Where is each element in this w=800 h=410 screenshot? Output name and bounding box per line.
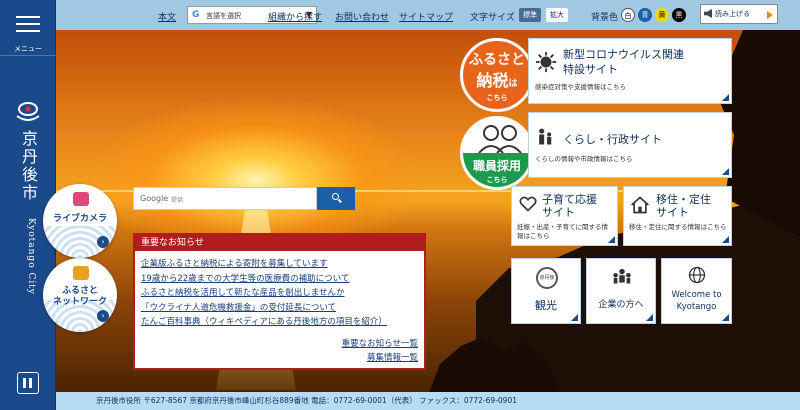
font-standard-button[interactable]: 標準 — [519, 8, 541, 22]
google-icon: G — [192, 10, 200, 20]
hamburger-icon — [16, 16, 40, 37]
corner-arrow-icon — [608, 236, 615, 243]
search-placeholder: 提供 — [171, 197, 184, 204]
furusato-network-label: ふるさと ネットワーク — [52, 286, 107, 307]
corner-arrow-icon — [722, 236, 729, 243]
staff-recruit-badge[interactable]: 職員採用 こちら — [460, 116, 534, 190]
recruit-list-link[interactable]: 募集情報一覧 — [367, 351, 418, 363]
read-aloud-label: 読み上げる — [715, 10, 750, 18]
childcare-title: 子育て応援 サイト — [542, 193, 597, 219]
childcare-sub: 妊娠・出産・子育てに関する情報はこちら — [517, 223, 608, 240]
recruit-label: 職員採用 — [472, 159, 521, 173]
life-title: くらし・行政サイト — [563, 133, 662, 146]
arrow-right-icon: › — [97, 310, 109, 322]
welcome-tile[interactable]: Welcome to Kyotango — [661, 258, 732, 324]
search-input[interactable]: Google 提供 — [133, 187, 317, 210]
bg-color-label: 背景色 — [591, 13, 619, 23]
house-icon — [631, 196, 649, 214]
childcare-tile[interactable]: 子育て応援 サイト 妊娠・出産・子育てに関する情報はこちら — [511, 186, 618, 246]
notice-item[interactable]: 「ウクライナ人道危機救援金」の受付延長について — [141, 301, 418, 316]
menu-label: メニュー — [14, 45, 42, 53]
corner-arrow-icon — [646, 314, 653, 321]
notice-item[interactable]: 企業版ふるさと納税による寄附を募集しています — [141, 257, 418, 272]
migration-tile[interactable]: 移住・定住 サイト 移住・定住に関する情報はこちら — [623, 186, 732, 246]
notice-more-link[interactable]: 重要なお知らせ一覧 — [342, 337, 418, 349]
business-label: 企業の方へ — [598, 300, 644, 310]
virus-icon — [535, 51, 557, 73]
play-icon — [767, 11, 773, 19]
important-notice-panel: 重要なお知らせ 企業版ふるさと納税による寄附を募集しています 19歳から22歳ま… — [133, 233, 426, 370]
top-utility-bar: 本文 G 言語を選択 ▼ 組織から探す お問い合わせ サイトマップ 文字サイズ … — [56, 0, 800, 30]
furusato-tax-line1: ふるさと — [469, 52, 525, 68]
search-button[interactable] — [317, 187, 355, 210]
business-people-icon — [613, 268, 631, 284]
migration-sub: 移住・定住に関する情報はこちら — [629, 223, 727, 231]
tourism-logo-text: 京丹後 — [539, 275, 555, 281]
furusato-tax-ha: は — [508, 79, 518, 89]
footer-address: 京丹後市役所 〒627-8567 京都府京丹後市峰山町杉谷889番地 電話：07… — [56, 392, 800, 410]
sitemap-link[interactable]: サイトマップ — [399, 10, 453, 23]
people-icon — [478, 125, 522, 153]
font-size-label: 文字サイズ — [470, 13, 515, 23]
life-sub: くらしの情報や市政情報はこちら — [535, 155, 633, 163]
search-icon — [332, 193, 339, 200]
menu-button[interactable]: メニュー — [0, 0, 56, 56]
notice-title: 重要なお知らせ — [135, 235, 424, 251]
bg-yellow-button[interactable]: 黄 — [655, 8, 669, 22]
corona-site-tile[interactable]: 新型コロナウイルス関連 特設サイト 感染症対策や支援情報はこちら — [528, 38, 732, 104]
city-name-jp[interactable]: 京丹後市 — [18, 130, 38, 202]
notice-item[interactable]: たんご百科事典（ウィキペディアにある丹後地方の項目を紹介） — [141, 315, 418, 330]
corona-title: 新型コロナウイルス関連 特設サイト — [563, 48, 684, 76]
pause-slideshow-button[interactable] — [17, 372, 39, 394]
notice-list: 企業版ふるさと納税による寄附を募集しています 19歳から22歳までの大学生等の医… — [135, 251, 424, 330]
welcome-label: Welcome to Kyotango — [671, 290, 722, 312]
furusato-tax-main: 納税 — [476, 71, 509, 90]
bg-black-button[interactable]: 黒 — [672, 8, 686, 22]
notice-item[interactable]: ふるさと納税を活用して新たな産品を創出しませんか — [141, 286, 418, 301]
corner-arrow-icon — [722, 94, 729, 101]
org-search-link[interactable]: 組織から探す — [268, 10, 322, 23]
corona-sub: 感染症対策や支援情報はこちら — [535, 83, 626, 91]
furusato-network-badge[interactable]: ふるさと ネットワーク › — [43, 258, 117, 332]
live-camera-badge[interactable]: ライブカメラ › — [43, 184, 117, 258]
corner-arrow-icon — [571, 314, 578, 321]
tourism-tile[interactable]: 京丹後 観光 — [511, 258, 581, 324]
furusato-tax-badge[interactable]: ふるさと 納税は こちら — [460, 38, 534, 112]
corner-arrow-icon — [722, 168, 729, 175]
font-large-button[interactable]: 拡大 — [546, 8, 568, 22]
live-camera-label: ライブカメラ — [52, 214, 107, 224]
language-select-label: 言語を選択 — [206, 12, 241, 20]
pause-icon — [23, 378, 26, 388]
speaker-icon — [704, 9, 712, 18]
camera-icon — [73, 192, 89, 206]
google-logo: Google — [140, 194, 169, 203]
childcare-icon — [519, 196, 537, 212]
family-icon — [539, 128, 552, 145]
business-tile[interactable]: 企業の方へ — [586, 258, 656, 324]
pause-icon-bar — [29, 378, 32, 388]
notice-item[interactable]: 19歳から22歳までの大学生等の医療費の補助について — [141, 272, 418, 287]
network-icon — [73, 266, 89, 280]
furusato-tax-line2: 納税は — [463, 67, 531, 91]
corner-arrow-icon — [722, 314, 729, 321]
text-only-link[interactable]: 本文 — [158, 10, 176, 23]
bg-blue-button[interactable]: 青 — [638, 8, 652, 22]
life-admin-tile[interactable]: くらし・行政サイト くらしの情報や市政情報はこちら — [528, 112, 732, 178]
city-emblem-icon[interactable] — [15, 100, 41, 122]
furusato-tax-sub: こちら — [486, 94, 508, 102]
migration-title: 移住・定住 サイト — [656, 193, 711, 219]
bg-white-button[interactable]: 白 — [621, 8, 635, 22]
arrow-right-icon: › — [97, 236, 109, 248]
tourism-logo-icon: 京丹後 — [536, 267, 558, 289]
city-name-en: Kyotango City — [26, 218, 36, 295]
read-aloud-button[interactable]: 読み上げる — [700, 4, 778, 24]
contact-link[interactable]: お問い合わせ — [335, 10, 389, 23]
recruit-sub: こちら — [486, 176, 508, 184]
tourism-label: 観光 — [535, 299, 557, 312]
globe-icon — [688, 266, 706, 284]
